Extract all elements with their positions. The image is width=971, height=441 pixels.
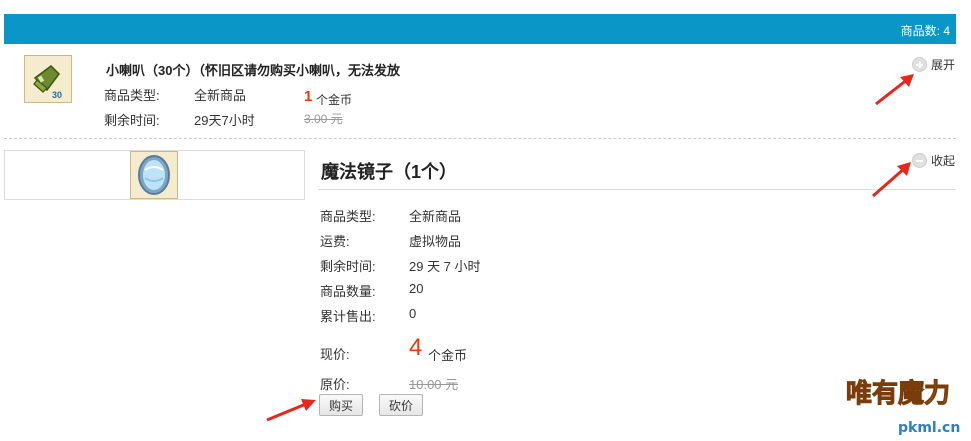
current-price-amount: 4 [409, 334, 423, 361]
detail-value: 虚拟物品 [409, 234, 462, 249]
svg-text:pkml.cn: pkml.cn [898, 420, 960, 436]
item-type-label: 商品类型: [104, 88, 160, 103]
item-type-value: 全新商品 [194, 88, 247, 103]
item-thumbnail-mirror[interactable] [130, 151, 178, 199]
annotation-arrow-icon [266, 399, 316, 422]
title-underline [318, 189, 956, 190]
detail-value: 全新商品 [409, 209, 462, 224]
annotation-arrow-icon [875, 74, 914, 106]
original-price: 10.00 元 [409, 377, 459, 392]
detail-label: 累计售出: [320, 309, 376, 324]
price-unit: 个金币 [316, 93, 353, 107]
collapse-toggle[interactable]: 收起 [912, 152, 955, 169]
detail-value: 0 [409, 306, 417, 321]
site-watermark-logo: 唯有魔力 pkml.cn [840, 368, 970, 438]
svg-text:唯有魔力: 唯有魔力 [846, 379, 950, 409]
item-divider [4, 138, 956, 139]
minus-circle-icon [912, 153, 927, 168]
item-count: 商品数: 4 [900, 24, 950, 38]
current-price-label: 现价: [320, 347, 350, 362]
original-price-label: 原价: [320, 377, 350, 392]
detail-label: 商品数量: [320, 284, 376, 299]
collapse-label: 收起 [931, 154, 956, 168]
detail-label: 运费: [320, 234, 350, 249]
list-header-bar: 商品数: 4 [4, 14, 956, 44]
price-amount: 1 [304, 88, 313, 105]
item-thumbnail-speaker[interactable]: 30 [24, 55, 72, 103]
old-price: 3.00 元 [304, 112, 343, 126]
detail-label: 剩余时间: [320, 259, 376, 274]
svg-text:30: 30 [52, 90, 62, 100]
current-price-unit: 个金币 [428, 348, 468, 363]
remaining-time-label: 剩余时间: [104, 113, 160, 128]
plus-circle-icon [912, 57, 927, 72]
speaker-icon: 30 [33, 65, 62, 100]
magic-mirror-icon [138, 155, 170, 195]
detail-value: 20 [409, 281, 424, 296]
remaining-time-value: 29天7小时 [194, 113, 255, 128]
watermark-graphic: 唯有魔力 pkml.cn [846, 379, 961, 437]
detail-value: 29 天 7 小时 [409, 259, 481, 274]
item-title-large[interactable]: 魔法镜子（1个） [321, 158, 457, 184]
buy-button[interactable]: 购买 [319, 394, 364, 416]
bargain-button[interactable]: 砍价 [379, 394, 424, 416]
expand-label: 展开 [931, 58, 956, 72]
item-title[interactable]: 小喇叭（30个）（怀旧区请勿购买小喇叭，无法发放 [106, 60, 400, 79]
expand-toggle[interactable]: 展开 [912, 56, 955, 73]
detail-label: 商品类型: [320, 209, 376, 224]
annotation-arrow-icon [872, 162, 911, 198]
